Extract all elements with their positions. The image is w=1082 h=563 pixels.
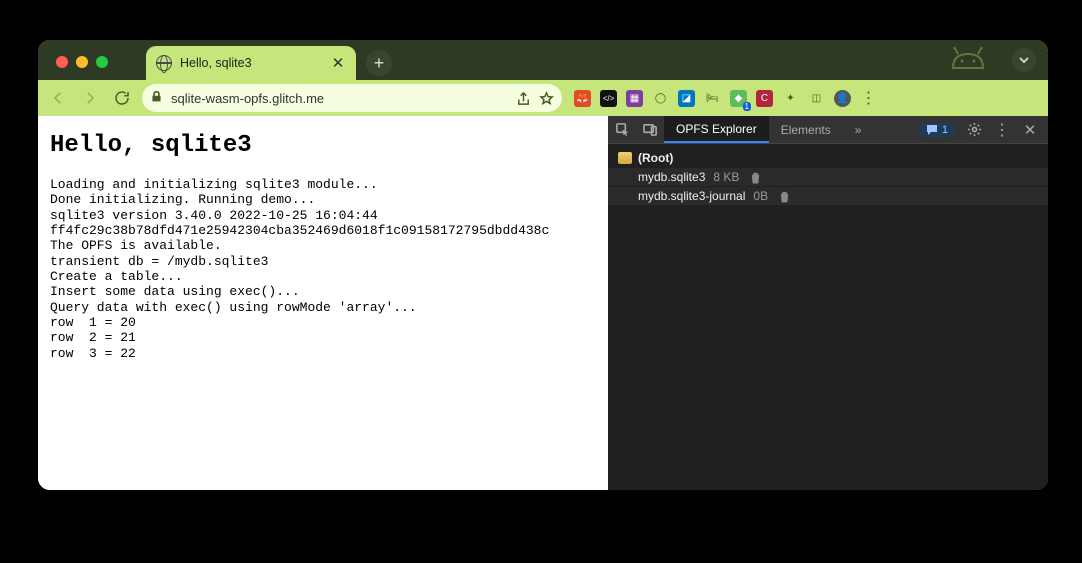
tab-strip: Hello, sqlite3 ✕ +: [38, 40, 1048, 80]
browser-tab[interactable]: Hello, sqlite3 ✕: [146, 46, 356, 80]
profile-avatar-icon[interactable]: 👤: [834, 90, 851, 107]
file-size: 8 KB: [713, 170, 739, 184]
devtools-tabbar: OPFS Explorer Elements » 1 ⋮ ✕: [608, 116, 1048, 144]
folder-icon: [618, 152, 632, 164]
file-name: mydb.sqlite3-journal: [638, 189, 745, 203]
window-close-button[interactable]: [56, 56, 68, 68]
devtools-panel: OPFS Explorer Elements » 1 ⋮ ✕: [608, 116, 1048, 490]
inspect-element-icon[interactable]: [608, 116, 636, 143]
file-name: mydb.sqlite3: [638, 170, 705, 184]
tab-close-button[interactable]: ✕: [330, 55, 346, 71]
account-menu-button[interactable]: [1012, 48, 1036, 72]
window-minimize-button[interactable]: [76, 56, 88, 68]
browser-toolbar: sqlite-wasm-opfs.glitch.me 🦊 </> ▦ ◯ ◪ 🛏…: [38, 80, 1048, 116]
devtools-tabs-overflow[interactable]: »: [843, 116, 874, 143]
devtools-close-button[interactable]: ✕: [1016, 121, 1044, 139]
url-text: sqlite-wasm-opfs.glitch.me: [171, 91, 508, 106]
opfs-root-label: (Root): [638, 151, 673, 165]
devtools-menu-icon[interactable]: ⋮: [988, 120, 1016, 140]
opfs-root-row[interactable]: (Root): [608, 148, 1048, 168]
new-tab-button[interactable]: +: [366, 50, 392, 76]
android-logo-icon: [948, 44, 988, 70]
opfs-tree: (Root) mydb.sqlite3 8 KB mydb.sqlite3-jo…: [608, 144, 1048, 490]
ext-code-icon[interactable]: </>: [600, 90, 617, 107]
ext-puzzle-icon[interactable]: ✦: [782, 90, 799, 107]
browser-window: Hello, sqlite3 ✕ + sqlite-wasm-opfs.glit…: [38, 40, 1048, 490]
opfs-file-row[interactable]: mydb.sqlite3-journal 0B: [608, 187, 1048, 206]
ext-trello-icon[interactable]: ◪: [678, 90, 695, 107]
reload-button[interactable]: [110, 86, 134, 110]
opfs-file-row[interactable]: mydb.sqlite3 8 KB: [608, 168, 1048, 187]
sidepanel-icon[interactable]: ◫: [808, 90, 825, 107]
device-toolbar-icon[interactable]: [636, 116, 664, 143]
devtools-messages-count: 1: [942, 124, 948, 136]
window-zoom-button[interactable]: [96, 56, 108, 68]
back-button[interactable]: [46, 86, 70, 110]
file-size: 0B: [753, 189, 768, 203]
content-row: Hello, sqlite3 Loading and initializing …: [38, 116, 1048, 490]
devtools-settings-icon[interactable]: [960, 122, 988, 137]
extension-icons: 🦊 </> ▦ ◯ ◪ 🛏 ◆1 C ✦ ◫ 👤 ⋮: [574, 90, 877, 107]
ext-whatruns-icon[interactable]: 🦊: [574, 90, 591, 107]
address-bar[interactable]: sqlite-wasm-opfs.glitch.me: [142, 84, 562, 112]
bookmark-icon[interactable]: [539, 91, 554, 106]
forward-button[interactable]: [78, 86, 102, 110]
lock-icon: [150, 90, 163, 106]
page-heading: Hello, sqlite3: [50, 132, 596, 159]
delete-file-button[interactable]: [749, 171, 762, 184]
share-icon[interactable]: [516, 91, 531, 106]
devtools-tab-elements[interactable]: Elements: [769, 116, 843, 143]
browser-menu-button[interactable]: ⋮: [860, 90, 877, 107]
page-content: Hello, sqlite3 Loading and initializing …: [38, 116, 608, 490]
devtools-messages-button[interactable]: 1: [920, 123, 954, 137]
delete-file-button[interactable]: [778, 190, 791, 203]
devtools-tab-opfs[interactable]: OPFS Explorer: [664, 116, 769, 143]
page-log: Loading and initializing sqlite3 module.…: [50, 177, 596, 361]
ext-grammarly-icon[interactable]: ◯: [652, 90, 669, 107]
traffic-lights: [48, 56, 116, 80]
ext-clip-icon[interactable]: C: [756, 90, 773, 107]
tab-title: Hello, sqlite3: [180, 56, 252, 70]
globe-icon: [156, 55, 172, 71]
ext-pixel-icon[interactable]: ▦: [626, 90, 643, 107]
ext-perf-icon[interactable]: ◆1: [730, 90, 747, 107]
ext-bed-icon[interactable]: 🛏: [704, 90, 721, 107]
